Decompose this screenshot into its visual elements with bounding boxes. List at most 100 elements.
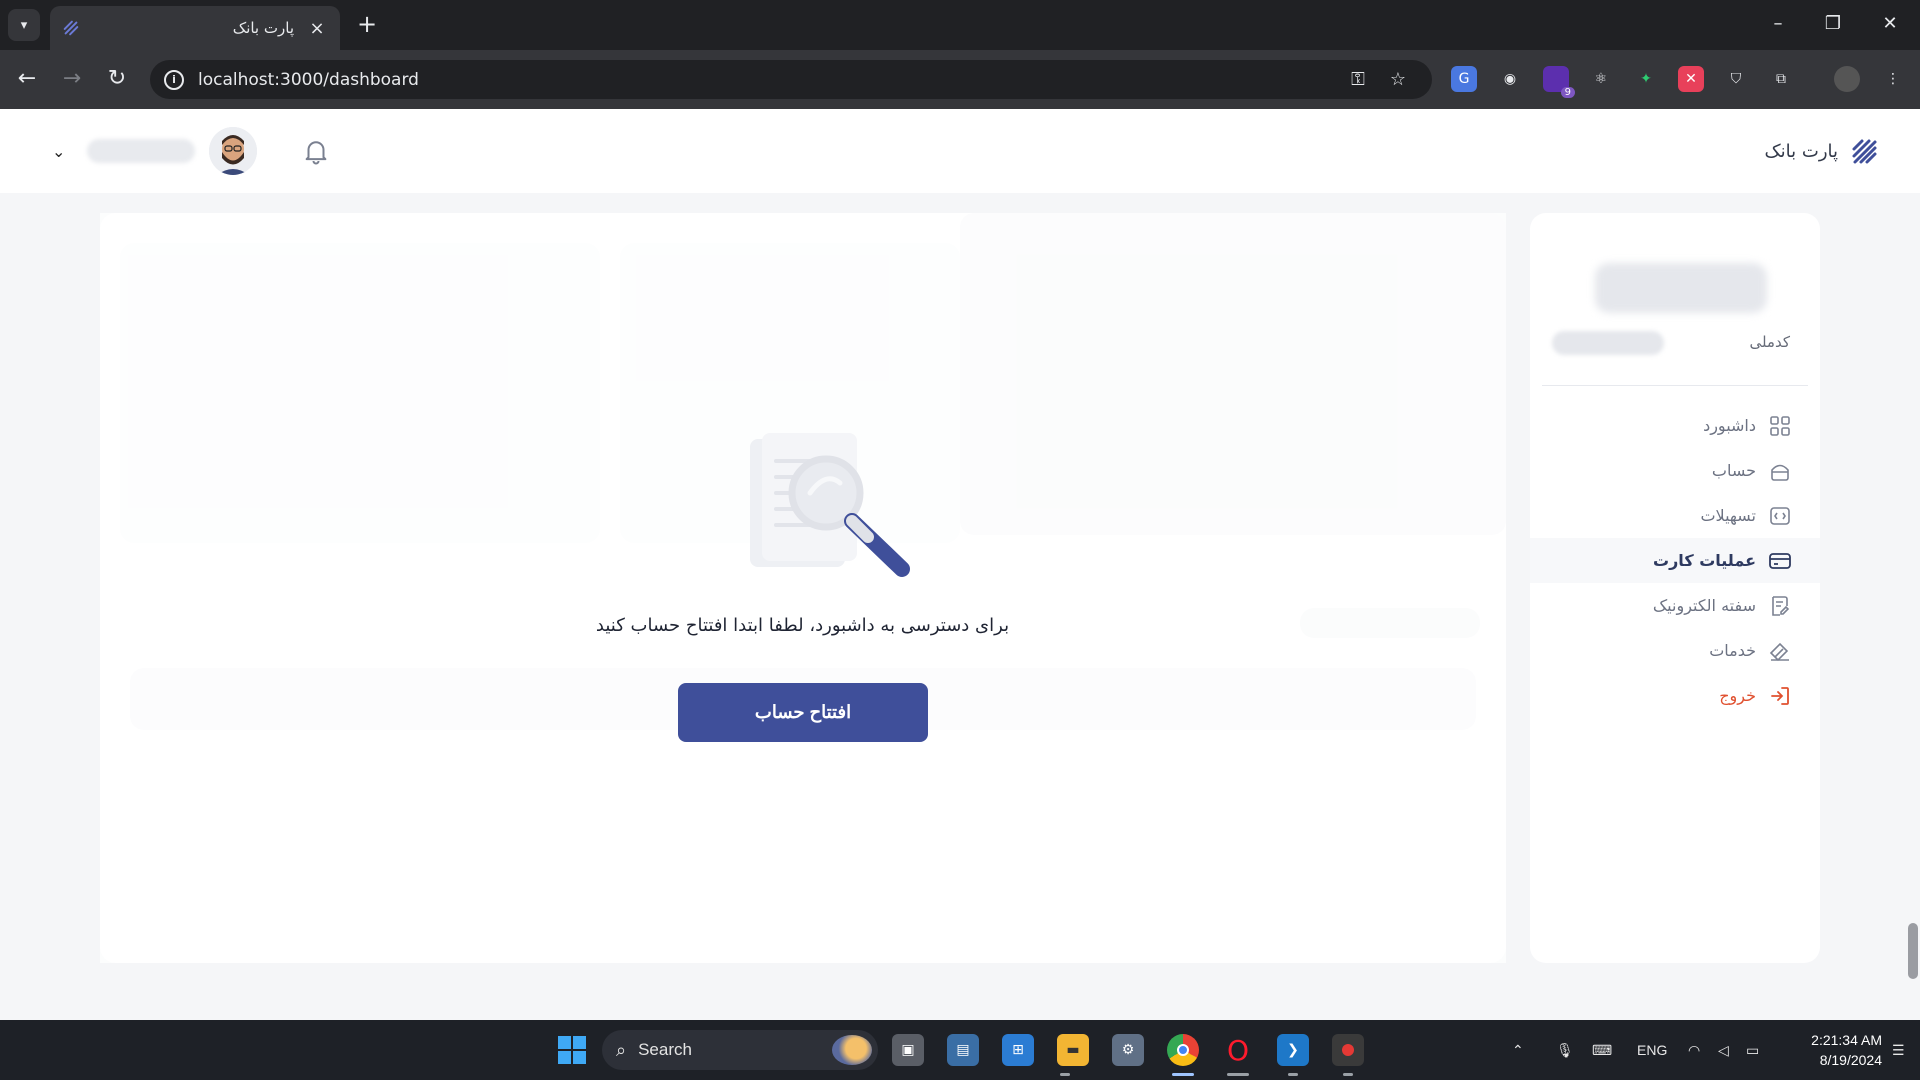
avatar[interactable]: [209, 127, 258, 175]
battery-icon[interactable]: ▭: [1746, 1020, 1759, 1080]
browser-menu-icon[interactable]: ⋮: [1880, 66, 1906, 92]
page-scrollbar[interactable]: [1908, 923, 1918, 979]
sidebar-item-electronic-promissory[interactable]: سفته الکترونیک: [1530, 583, 1820, 628]
file-explorer-icon[interactable]: ▬: [1057, 1034, 1089, 1066]
green-extension-icon[interactable]: ✦: [1633, 66, 1659, 92]
sidebar-divider: [1542, 385, 1808, 386]
card-icon: [1769, 552, 1791, 569]
opera-icon[interactable]: O: [1222, 1034, 1254, 1067]
tab-search-button[interactable]: ▾: [8, 9, 40, 41]
sidebar-item-dashboard[interactable]: داشبورد: [1530, 403, 1820, 448]
taskbar-search-label: Search: [638, 1040, 692, 1059]
task-view-icon[interactable]: ▣: [892, 1034, 924, 1066]
sidebar-item-services[interactable]: خدمات: [1530, 628, 1820, 673]
empty-state-message: برای دسترسی به داشبورد، لطفا ابتدا افتتا…: [595, 615, 1010, 636]
sidebar-item-loans[interactable]: تسهیلات: [1530, 493, 1820, 538]
favicon-icon: [63, 20, 79, 36]
windows-start-icon[interactable]: [556, 1034, 588, 1066]
user-avatar-icon: [209, 127, 258, 175]
bookmark-star-icon[interactable]: ☆: [1378, 69, 1418, 90]
tray-overflow-icon[interactable]: ⌃: [1512, 1020, 1524, 1080]
brand[interactable]: پارت بانک: [1765, 137, 1878, 165]
charts-app-icon[interactable]: ▤: [947, 1034, 979, 1066]
browser-toolbar: ← → ↻ i localhost:3000/dashboard ⚿ ☆ G ◉…: [0, 50, 1920, 109]
sidebar-item-card-operations[interactable]: عملیات کارت: [1530, 538, 1820, 583]
clock[interactable]: 2:21:34 AM 8/19/2024: [1786, 1030, 1882, 1070]
chrome-icon[interactable]: [1167, 1034, 1199, 1066]
running-indicator: [1343, 1073, 1353, 1076]
running-indicator: [1060, 1073, 1070, 1076]
clock-date: 8/19/2024: [1819, 1052, 1882, 1068]
minimize-button[interactable]: –: [1758, 8, 1798, 40]
settings-gear-icon[interactable]: ⚙: [1112, 1034, 1144, 1066]
profile-avatar-icon[interactable]: [1834, 66, 1860, 92]
search-icon: ⌕: [616, 1039, 627, 1061]
volume-icon[interactable]: ◁: [1718, 1020, 1729, 1080]
national-id-label: کدملی: [1749, 333, 1790, 351]
microphone-icon[interactable]: 🎙: [1556, 1020, 1574, 1080]
profile-name-placeholder: [1595, 263, 1767, 313]
url-text[interactable]: localhost:3000/dashboard: [198, 70, 1338, 90]
sidebar-item-label: حساب: [1711, 461, 1756, 480]
sidebar-item-logout[interactable]: خروج: [1530, 673, 1820, 718]
language-indicator[interactable]: ENG: [1637, 1020, 1667, 1080]
loan-icon: [1770, 506, 1790, 525]
red-extension-icon[interactable]: ✕: [1678, 66, 1704, 92]
sidebar-item-label: سفته الکترونیک: [1652, 596, 1756, 615]
recorder-icon[interactable]: [1332, 1034, 1364, 1066]
user-name-placeholder: [87, 139, 196, 163]
sidebar-item-label: خدمات: [1709, 641, 1756, 660]
keyboard-icon[interactable]: ⌨: [1592, 1020, 1612, 1080]
site-info-icon[interactable]: i: [164, 69, 184, 90]
extension-badge: 9: [1560, 87, 1575, 98]
tab-close-icon[interactable]: ×: [306, 18, 328, 39]
password-key-icon[interactable]: ⚿: [1338, 69, 1378, 90]
react-devtools-icon[interactable]: ⚛: [1588, 66, 1614, 92]
document-edit-icon: [1772, 595, 1790, 616]
browser-tab[interactable]: پارت بانک ×: [50, 6, 340, 50]
sidebar-item-label: تسهیلات: [1700, 506, 1756, 525]
page: پارت بانک ⌄ کدملی داشبورد حساب تسهیلات ع…: [0, 109, 1920, 1020]
running-indicator: [1288, 1073, 1298, 1076]
sidebar: کدملی داشبورد حساب تسهیلات عملیات کارت س…: [1530, 213, 1820, 963]
extensions-puzzle-icon[interactable]: ⧉: [1768, 66, 1794, 92]
tab-title: پارت بانک: [232, 19, 294, 37]
dashboard-icon: [1770, 415, 1790, 436]
purple-extension-icon[interactable]: 9: [1543, 66, 1575, 98]
store-icon[interactable]: ⊞: [1002, 1034, 1034, 1066]
camera-extension-icon[interactable]: ◉: [1497, 66, 1523, 92]
vscode-icon[interactable]: ❯: [1277, 1034, 1309, 1066]
new-tab-button[interactable]: +: [352, 10, 382, 40]
translate-extension-icon[interactable]: G: [1451, 66, 1477, 92]
active-indicator: [1172, 1073, 1194, 1076]
logout-icon: [1771, 686, 1789, 705]
disabled-overlay: [100, 213, 1506, 963]
reload-button[interactable]: ↻: [102, 64, 132, 94]
sidebar-item-label: داشبورد: [1703, 416, 1756, 435]
brand-name: پارت بانک: [1764, 140, 1838, 162]
wifi-icon[interactable]: ◠: [1688, 1020, 1700, 1080]
forward-button[interactable]: →: [57, 64, 87, 94]
sidebar-menu: داشبورد حساب تسهیلات عملیات کارت سفته ال…: [1530, 403, 1820, 718]
close-window-button[interactable]: ✕: [1870, 8, 1910, 40]
sidebar-item-account[interactable]: حساب: [1530, 448, 1820, 493]
clock-time: 2:21:34 AM: [1811, 1032, 1882, 1048]
back-button[interactable]: ←: [12, 64, 42, 94]
bell-icon[interactable]: [301, 136, 331, 166]
browser-tab-strip: ▾ پارت بانک × + – ❐ ✕: [0, 0, 1920, 50]
search-document-icon: [750, 433, 910, 577]
shield-extension-icon[interactable]: ⛉: [1723, 66, 1749, 92]
address-bar[interactable]: i localhost:3000/dashboard ⚿ ☆: [150, 60, 1432, 99]
restore-button[interactable]: ❐: [1813, 8, 1853, 40]
sidebar-item-label: خروج: [1719, 686, 1756, 705]
sidebar-item-label: عملیات کارت: [1653, 551, 1756, 570]
chevron-down-icon[interactable]: ⌄: [52, 142, 65, 161]
weather-widget-icon: [832, 1035, 872, 1065]
running-indicator: [1227, 1073, 1249, 1076]
user-menu[interactable]: ⌄: [52, 127, 331, 175]
notifications-icon[interactable]: ☰: [1892, 1020, 1905, 1080]
taskbar-search[interactable]: ⌕ Search: [602, 1030, 878, 1070]
open-account-button[interactable]: افتتاح حساب: [678, 683, 928, 742]
national-id-value-placeholder: [1552, 331, 1664, 355]
taskbar: ⌕ Search ▣ ▤ ⊞ ▬ ⚙ O ❯ ⌃ 🎙 ⌨ ENG ◠ ◁ ▭ 2…: [0, 1020, 1920, 1080]
